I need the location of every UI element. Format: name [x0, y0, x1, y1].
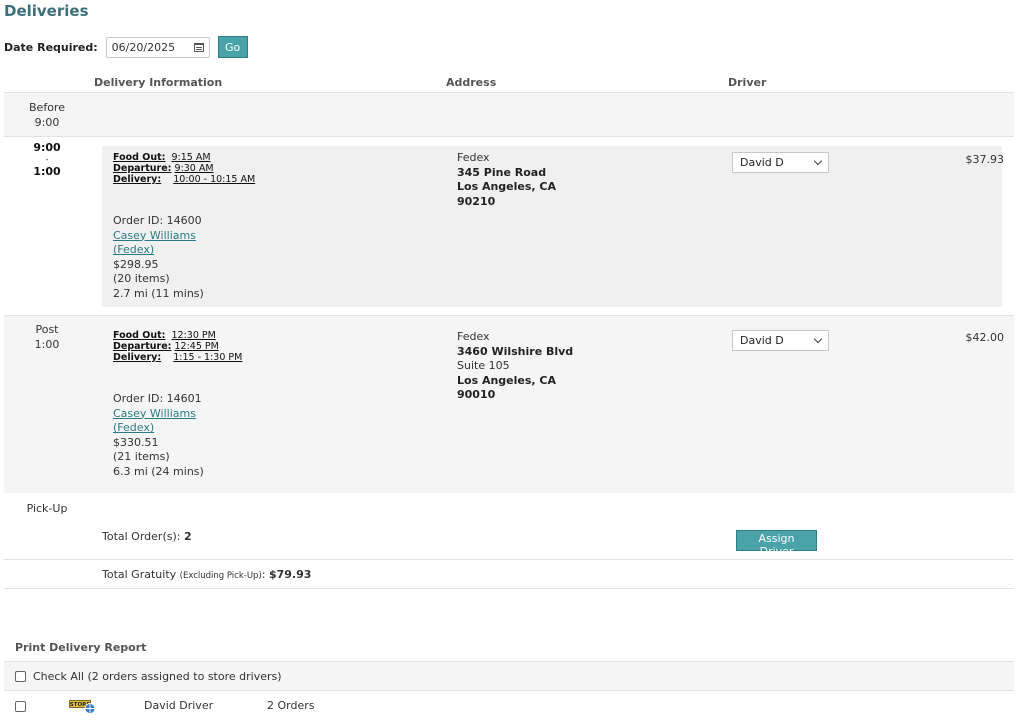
driver-name: David Driver	[144, 699, 214, 712]
address-street: 3460 Wilshire Blvd	[457, 344, 574, 358]
slot-post-label: Post 1:00	[4, 322, 90, 352]
delivery-label: Delivery:	[113, 352, 162, 363]
total-gratuity: Total Gratuity (Excluding Pick-Up): $79.…	[102, 568, 311, 581]
row-divider	[4, 588, 1014, 589]
chevron-down-icon	[813, 334, 823, 343]
delivery-address: Fedex 345 Pine Road Los Angeles, CA 9021…	[457, 151, 556, 209]
address-company: Fedex	[457, 330, 490, 343]
order-details: Order ID: 14601 Casey Williams (Fedex) $…	[113, 392, 204, 479]
delivery-label: Delivery:	[113, 174, 162, 185]
food-out-time: 12:30 PM	[171, 330, 216, 341]
total-orders: Total Order(s): 2	[102, 530, 192, 543]
address-city: Los Angeles, CA	[457, 373, 556, 387]
order-id: Order ID: 14601	[113, 392, 202, 405]
order-details: Order ID: 14600 Casey Williams (Fedex) $…	[113, 214, 204, 301]
address-company: Fedex	[457, 151, 490, 164]
total-orders-label: Total Order(s):	[102, 530, 184, 543]
column-header-driver: Driver	[728, 76, 767, 89]
customer-link[interactable]: Casey Williams	[113, 407, 204, 422]
order-amount: $330.51	[113, 435, 159, 449]
order-distance: 2.7 mi (11 mins)	[113, 286, 204, 300]
row-divider	[4, 559, 1014, 560]
order-items: (20 items)	[113, 272, 170, 285]
order-times: Food Out: 9:15 AM Departure: 9:30 AM Del…	[113, 152, 255, 185]
order-gratuity: $42.00	[965, 331, 1005, 344]
driver-checkbox[interactable]	[15, 701, 26, 712]
delivery-time: 1:15 - 1:30 PM	[173, 352, 243, 363]
date-required-input[interactable]: 06/20/2025	[105, 36, 210, 58]
store-driver-icon: STORE	[69, 700, 96, 714]
row-divider	[4, 136, 1014, 137]
date-required-label: Date Required:	[4, 40, 98, 54]
slot-post-line2: 1:00	[34, 338, 60, 351]
food-out-label: Food Out:	[113, 330, 166, 341]
check-all-checkbox[interactable]	[15, 671, 26, 682]
food-out-time: 9:15 AM	[171, 152, 211, 163]
driver-order-count: 2 Orders	[267, 699, 315, 712]
chevron-down-icon	[813, 156, 823, 165]
page-title: Deliveries	[4, 2, 89, 20]
total-orders-value: 2	[183, 530, 192, 543]
company-link[interactable]: (Fedex)	[113, 243, 204, 258]
delivery-time: 10:00 - 10:15 AM	[173, 174, 256, 185]
address-suite: Suite 105	[457, 359, 510, 372]
slot-post-line1: Post	[35, 323, 59, 336]
slot-before-label: Before 9:00	[4, 100, 90, 130]
total-gratuity-label: Total Gratuity	[102, 568, 180, 581]
driver-select-value: David D	[740, 334, 784, 347]
assign-driver-button[interactable]: Assign Driver	[736, 530, 817, 558]
date-value: 06/20/2025	[111, 40, 176, 54]
address-zip: 90010	[457, 388, 496, 401]
print-report-title: Print Delivery Report	[15, 641, 147, 654]
delivery-address: Fedex 3460 Wilshire Blvd Suite 105 Los A…	[457, 330, 573, 403]
departure-time: 12:45 PM	[174, 341, 219, 352]
address-zip: 90210	[457, 194, 496, 208]
column-header-delivery-information: Delivery Information	[94, 76, 223, 89]
check-all-label: Check All (2 orders assigned to store dr…	[33, 670, 282, 683]
food-out-label: Food Out:	[113, 152, 166, 163]
column-header-address: Address	[446, 76, 497, 89]
departure-label: Departure:	[113, 163, 172, 174]
address-street: 345 Pine Road	[457, 165, 547, 179]
slot-before-line1: Before	[29, 101, 65, 114]
slot-window-start: 9:00	[33, 141, 61, 154]
departure-label: Departure:	[113, 341, 172, 352]
total-gratuity-note: (Excluding Pick-Up)	[179, 571, 262, 581]
order-items: (21 items)	[113, 450, 170, 463]
departure-time: 9:30 AM	[174, 163, 214, 174]
total-gratuity-colon: :	[261, 568, 269, 581]
slot-window-label: 9:00 - 1:00	[4, 140, 90, 179]
address-city: Los Angeles, CA	[457, 180, 556, 193]
order-amount: $298.95	[113, 257, 159, 271]
go-button[interactable]: Go	[217, 36, 248, 58]
order-times: Food Out: 12:30 PM Departure: 12:45 PM D…	[113, 330, 242, 363]
slot-window-end: 1:00	[33, 165, 61, 178]
date-filter: Date Required: 06/20/2025 Go	[4, 36, 248, 58]
driver-select-value: David D	[740, 156, 784, 169]
total-gratuity-value: $79.93	[268, 568, 312, 581]
slot-window-sep: -	[45, 155, 49, 164]
order-id: Order ID: 14600	[113, 214, 202, 227]
driver-select[interactable]: David D	[732, 330, 829, 351]
calendar-icon[interactable]	[193, 42, 204, 52]
customer-link[interactable]: Casey Williams	[113, 229, 204, 244]
order-distance: 6.3 mi (24 mins)	[113, 464, 204, 478]
order-gratuity: $37.93	[965, 153, 1005, 166]
slot-before-row	[4, 93, 1014, 136]
slot-before-line2: 9:00	[34, 116, 60, 129]
company-link[interactable]: (Fedex)	[113, 421, 204, 436]
driver-select[interactable]: David D	[732, 152, 829, 173]
slot-pickup-label: Pick-Up	[26, 502, 68, 515]
